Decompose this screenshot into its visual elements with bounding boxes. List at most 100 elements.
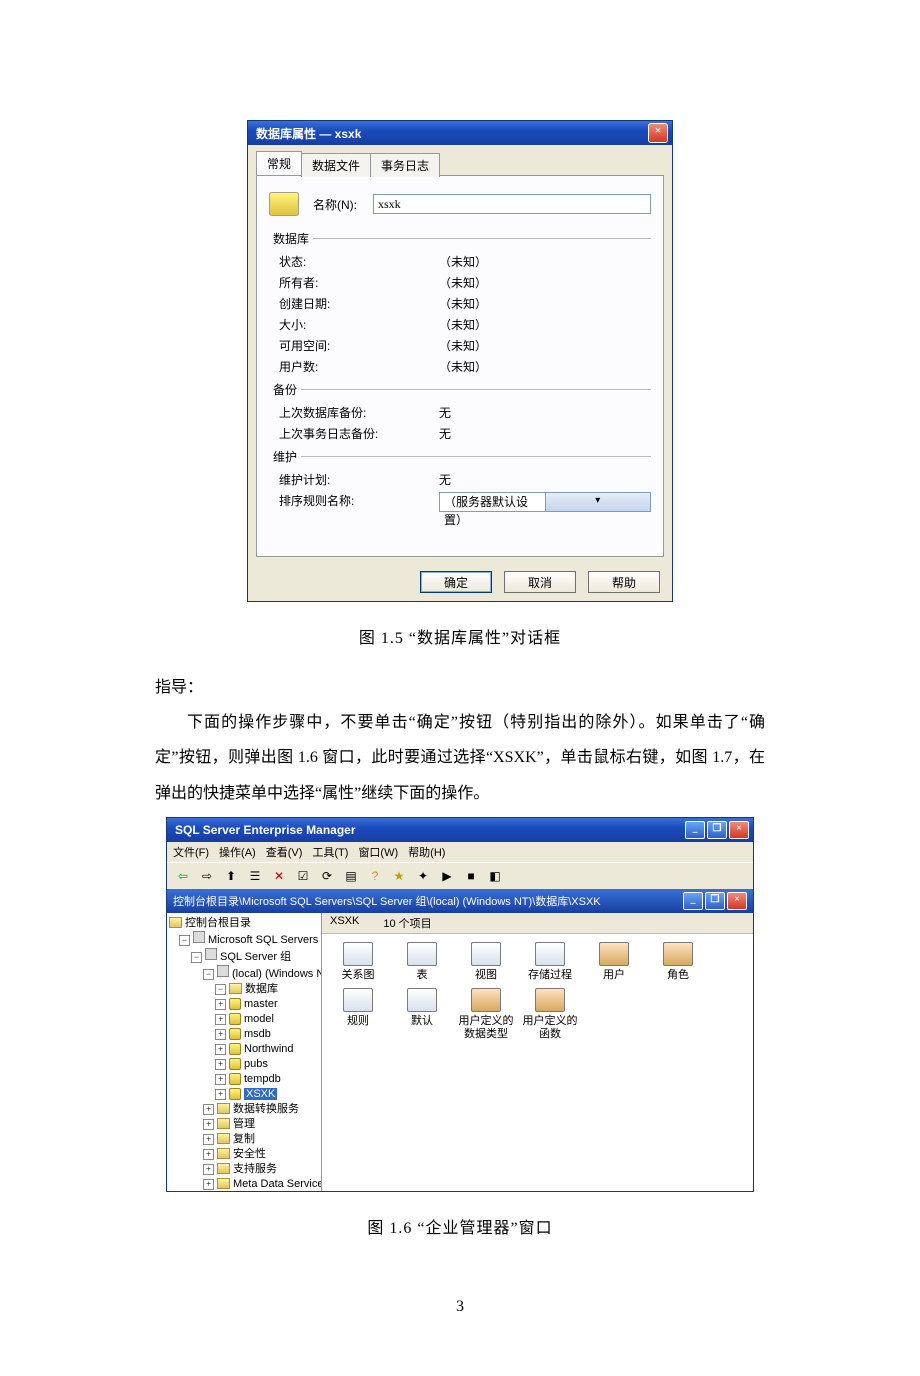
path-text: 控制台根目录\Microsoft SQL Servers\SQL Server … [173, 893, 683, 909]
dialog-buttons: 确定 取消 帮助 [248, 565, 672, 601]
help-button[interactable]: 帮助 [588, 571, 660, 593]
tab-txlog[interactable]: 事务日志 [370, 153, 440, 177]
tree-db-master: master [169, 997, 319, 1012]
minimize-icon[interactable]: _ [685, 821, 705, 839]
status-label: 状态: [279, 253, 439, 270]
close-icon[interactable]: × [729, 821, 749, 839]
help-icon[interactable]: ? [365, 866, 385, 886]
item-udt[interactable]: 用户定义的数据类型 [454, 988, 518, 1041]
menu-bar[interactable]: 文件(F) 操作(A) 查看(V) 工具(T) 窗口(W) 帮助(H) [167, 842, 753, 862]
menu-help[interactable]: 帮助(H) [408, 844, 445, 860]
tree-meta: Meta Data Services [169, 1177, 319, 1191]
group-database: 数据库 [269, 230, 313, 247]
show-tree-icon[interactable]: ☰ [245, 866, 265, 886]
plan-label: 维护计划: [279, 471, 439, 488]
child-restore-icon[interactable]: ❐ [705, 892, 725, 910]
stop-icon[interactable]: ■ [461, 866, 481, 886]
group-maint: 维护 [269, 448, 301, 465]
created-label: 创建日期: [279, 295, 439, 312]
tab-strip: 常规 数据文件 事务日志 [248, 145, 672, 175]
users-label: 用户数: [279, 358, 439, 375]
tree-db-xsxk: XSXK [169, 1087, 319, 1102]
space-value: （未知） [439, 337, 651, 354]
lastlog-value: 无 [439, 425, 651, 442]
tree-databases: 数据库 [169, 982, 319, 997]
delete-icon[interactable]: ✕ [269, 866, 289, 886]
export-icon[interactable]: ▤ [341, 866, 361, 886]
tab-datafiles[interactable]: 数据文件 [301, 153, 371, 177]
name-input[interactable] [373, 194, 651, 214]
forward-icon[interactable]: ⇨ [197, 866, 217, 886]
close-icon[interactable]: × [648, 123, 668, 143]
list-header: XSXK 10 个项目 [322, 913, 753, 934]
menu-view[interactable]: 查看(V) [266, 844, 303, 860]
menu-file[interactable]: 文件(F) [173, 844, 209, 860]
chevron-down-icon[interactable]: ▾ [545, 493, 651, 511]
menu-tools[interactable]: 工具(T) [312, 844, 348, 860]
lastdb-label: 上次数据库备份: [279, 404, 439, 421]
tree-local: (local) (Windows NT) [169, 965, 319, 982]
star-icon[interactable]: ★ [389, 866, 409, 886]
tree-db-tempdb: tempdb [169, 1072, 319, 1087]
back-icon[interactable]: ⇦ [173, 866, 193, 886]
db-properties-dialog: 数据库属性 — xsxk × 常规 数据文件 事务日志 名称(N): 数据库 状… [247, 120, 673, 602]
item-rule[interactable]: 规则 [326, 988, 390, 1041]
guide-label: 指导： [155, 670, 765, 705]
tree-dts: 数据转换服务 [169, 1102, 319, 1117]
run-icon[interactable]: ▶ [437, 866, 457, 886]
tab-pane-general: 名称(N): 数据库 状态:（未知） 所有者:（未知） 创建日期:（未知） 大小… [256, 175, 664, 557]
plan-value: 无 [439, 471, 651, 488]
titlebar[interactable]: 数据库属性 — xsxk × [248, 121, 672, 145]
em-title: SQL Server Enterprise Manager [171, 823, 685, 837]
tree-db-northwind: Northwind [169, 1042, 319, 1057]
tree-mssql: Microsoft SQL Servers [169, 931, 319, 948]
item-default[interactable]: 默认 [390, 988, 454, 1041]
space-label: 可用空间: [279, 337, 439, 354]
tree-manage: 管理 [169, 1117, 319, 1132]
tree-support: 支持服务 [169, 1162, 319, 1177]
ok-button[interactable]: 确定 [420, 571, 492, 593]
child-minimize-icon[interactable]: _ [683, 892, 703, 910]
list-pane: XSXK 10 个项目 关系图 表 视图 存储过程 用户 角色 规则 默认 用户… [322, 913, 753, 1191]
wizard-icon[interactable]: ✦ [413, 866, 433, 886]
child-close-icon[interactable]: × [727, 892, 747, 910]
item-udf[interactable]: 用户定义的函数 [518, 988, 582, 1041]
list-title: XSXK [330, 915, 359, 931]
up-icon[interactable]: ⬆ [221, 866, 241, 886]
em-titlebar[interactable]: SQL Server Enterprise Manager _ ❐ × [167, 818, 753, 842]
coll-label: 排序规则名称: [279, 492, 439, 512]
cancel-button[interactable]: 取消 [504, 571, 576, 593]
item-view[interactable]: 视图 [454, 942, 518, 982]
maximize-icon[interactable]: ❐ [707, 821, 727, 839]
item-role[interactable]: 角色 [646, 942, 710, 982]
group-backup: 备份 [269, 381, 301, 398]
figure-caption-2: 图 1.6 “企业管理器”窗口 [155, 1214, 765, 1238]
toolbar: ⇦ ⇨ ⬆ ☰ ✕ ☑ ⟳ ▤ ? ★ ✦ ▶ ■ ◧ [167, 862, 753, 889]
item-proc[interactable]: 存储过程 [518, 942, 582, 982]
lastlog-label: 上次事务日志备份: [279, 425, 439, 442]
path-bar: 控制台根目录\Microsoft SQL Servers\SQL Server … [167, 889, 753, 913]
tab-general[interactable]: 常规 [256, 151, 302, 175]
tree-pane[interactable]: 控制台根目录 Microsoft SQL Servers SQL Server … [167, 913, 322, 1191]
menu-window[interactable]: 窗口(W) [358, 844, 398, 860]
database-icon [269, 192, 299, 216]
menu-action[interactable]: 操作(A) [219, 844, 256, 860]
refresh-icon[interactable]: ⟳ [317, 866, 337, 886]
status-value: （未知） [439, 253, 651, 270]
dialog-title: 数据库属性 — xsxk [252, 125, 648, 142]
collation-combo[interactable]: （服务器默认设置） ▾ [439, 492, 651, 512]
tree-security: 安全性 [169, 1147, 319, 1162]
item-table[interactable]: 表 [390, 942, 454, 982]
page-number: 3 [155, 1298, 765, 1316]
size-value: （未知） [439, 316, 651, 333]
lastdb-value: 无 [439, 404, 651, 421]
properties-icon[interactable]: ☑ [293, 866, 313, 886]
item-user[interactable]: 用户 [582, 942, 646, 982]
name-label: 名称(N): [313, 196, 373, 213]
tree-group: SQL Server 组 [169, 948, 319, 965]
item-diagram[interactable]: 关系图 [326, 942, 390, 982]
created-value: （未知） [439, 295, 651, 312]
owner-label: 所有者: [279, 274, 439, 291]
db-icon[interactable]: ◧ [485, 866, 505, 886]
body-paragraph: 下面的操作步骤中，不要单击“确定”按钮（特别指出的除外）。如果单击了“确定”按钮… [155, 705, 765, 811]
